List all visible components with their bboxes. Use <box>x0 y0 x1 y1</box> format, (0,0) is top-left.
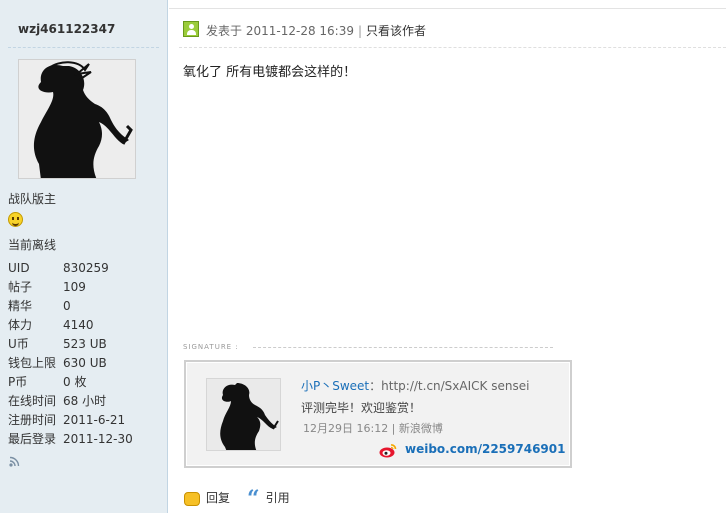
author-only-link[interactable]: 只看该作者 <box>366 24 426 38</box>
post-body: 发表于 2011-12-28 16:39 | 只看该作者 氧化了 所有电镀都会这样的… <box>169 0 726 513</box>
weibo-profile-link[interactable]: weibo.com/2259746901 <box>405 442 565 456</box>
stat-value: 523 UB <box>63 337 107 351</box>
stat-label: 注册时间 <box>8 413 57 427</box>
divider <box>179 47 726 48</box>
signature-label: SIGNATURE : <box>183 343 551 351</box>
stat-value: 0 枚 <box>63 375 87 389</box>
signature-meta[interactable]: 12月29日 16:12 | 新浪微博 <box>303 420 443 436</box>
stat-label: 精华 <box>8 299 33 313</box>
reply-button[interactable]: 回复 <box>184 489 230 507</box>
signature-post-line: 小P丶Sweet：http://t.cn/SxAICK sensei <box>301 377 529 394</box>
post-content: 氧化了 所有电镀都会这样的！ <box>183 65 357 80</box>
divider <box>169 8 726 9</box>
signature-author-name[interactable]: 小P丶Sweet <box>301 379 369 393</box>
signature-avatar-image <box>207 379 280 450</box>
reply-icon <box>184 491 200 506</box>
avatar-silhouette-image <box>19 60 135 178</box>
signature-avatar[interactable] <box>206 378 281 451</box>
online-status: 当前离线 <box>8 238 57 252</box>
post-meta: 发表于 2011-12-28 16:39 | 只看该作者 <box>206 22 426 39</box>
posted-time: 2011-12-28 16:39 <box>245 24 354 38</box>
author-profile-panel: wzj461122347 战队版主 当前离线 UID 830259 帖子 109 精… <box>0 0 168 513</box>
stat-label: P币 <box>8 375 28 389</box>
signature-weibo-card: 小P丶Sweet：http://t.cn/SxAICK sensei 评测完毕！… <box>184 360 572 468</box>
author-avatar[interactable] <box>18 59 136 179</box>
online-icon <box>183 21 199 37</box>
stat-value: 68 小时 <box>63 394 107 408</box>
posted-label: 发表于 <box>206 24 243 38</box>
quote-button[interactable]: “ 引用 <box>247 485 290 512</box>
author-role: 战队版主 <box>8 192 57 206</box>
signature-url[interactable]: http://t.cn/SxAICK sensei <box>381 379 529 393</box>
pipe-separator: | <box>357 24 363 38</box>
divider <box>8 47 159 48</box>
stat-label: 钱包上限 <box>8 356 57 370</box>
quote-icon: “ <box>247 485 260 512</box>
stat-label: 帖子 <box>8 280 33 294</box>
stat-value: 2011-12-30 <box>63 432 133 446</box>
stat-value[interactable]: 0 <box>63 297 71 315</box>
quote-label: 引用 <box>265 491 290 505</box>
signature-colon: ： <box>369 379 382 393</box>
reply-label: 回复 <box>206 491 231 505</box>
stat-value: 4140 <box>63 318 94 332</box>
signature-message: 评测完毕！欢迎鉴赏！ <box>301 401 422 415</box>
stat-value: 2011-6-21 <box>63 413 126 427</box>
smiley-icon <box>8 212 23 227</box>
author-username[interactable]: wzj461122347 <box>18 22 115 36</box>
stat-label: 在线时间 <box>8 394 57 408</box>
stat-label: 体力 <box>8 318 33 332</box>
rss-icon[interactable] <box>9 456 20 467</box>
stat-label: UID <box>8 261 30 275</box>
stat-label: 最后登录 <box>8 432 57 446</box>
stat-value[interactable]: 109 <box>63 278 86 296</box>
stat-value: 830259 <box>63 261 109 275</box>
stat-label: U币 <box>8 337 29 351</box>
stat-value: 630 UB <box>63 356 107 370</box>
weibo-icon <box>379 444 397 458</box>
